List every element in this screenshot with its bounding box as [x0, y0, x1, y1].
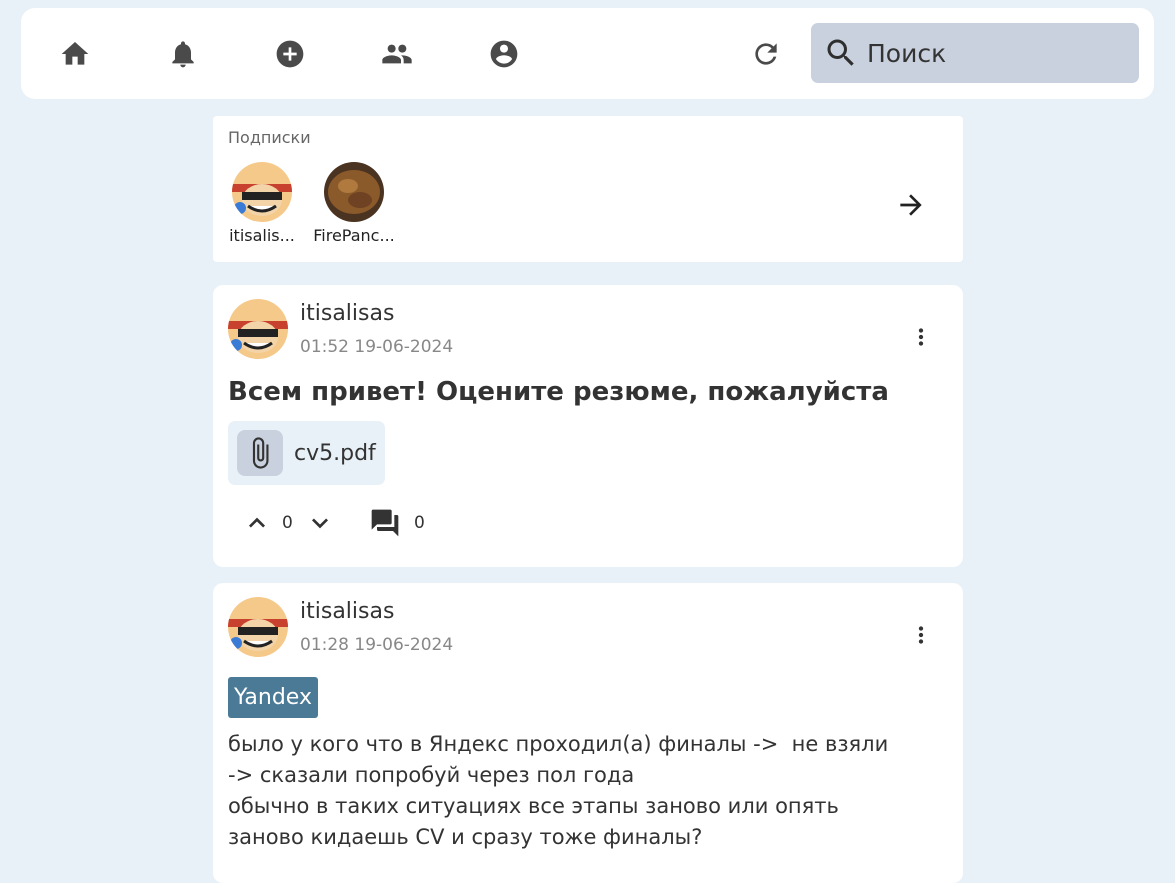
create-post-button[interactable]	[274, 38, 306, 70]
chevron-down-icon	[312, 518, 328, 529]
post-menu-button[interactable]	[908, 619, 934, 651]
search-icon	[827, 39, 854, 66]
refresh-button[interactable]	[750, 38, 782, 70]
avatar	[232, 162, 292, 222]
subscriptions-title: Подписки	[228, 128, 311, 147]
subscription-item[interactable]: FirePanc...	[309, 162, 399, 245]
comments-button[interactable]	[369, 507, 401, 539]
paperclip-icon	[252, 437, 269, 469]
upvote-button[interactable]	[241, 507, 273, 539]
attachment-filename: cv5.pdf	[294, 440, 376, 466]
post-actions: 0 0	[241, 507, 641, 539]
post-card: itisalisas 01:28 19-06-2024 Yandex было …	[213, 583, 963, 883]
account-circle-icon	[490, 40, 518, 68]
post-header: itisalisas 01:28 19-06-2024	[228, 597, 948, 659]
post-date: 01:52 19-06-2024	[300, 337, 454, 357]
subscription-item[interactable]: itisalis...	[217, 162, 307, 245]
post-title: Всем привет! Оцените резюме, пожалуйста	[228, 377, 889, 407]
attachment-icon-box	[237, 430, 283, 476]
arrow-forward-icon	[900, 194, 922, 216]
post-text: было у кого что в Яндекс проходил(а) фин…	[228, 732, 889, 849]
chevron-up-icon	[249, 517, 265, 528]
post-date: 01:28 19-06-2024	[300, 635, 454, 655]
refresh-icon	[755, 43, 777, 65]
home-button[interactable]	[59, 38, 91, 70]
avatar-cartoon-image	[232, 162, 292, 222]
author-avatar[interactable]	[228, 299, 288, 359]
avatar-cartoon-image	[228, 299, 288, 359]
forum-icon	[371, 509, 399, 537]
subscriptions-card: Подписки itisalis... FirePanc...	[213, 116, 963, 262]
post-tag[interactable]: Yandex	[228, 677, 318, 718]
profile-button[interactable]	[488, 38, 520, 70]
home-icon	[61, 42, 89, 65]
bell-icon	[172, 41, 194, 68]
attachment-file[interactable]: cv5.pdf	[228, 421, 385, 485]
subscriptions-next-button[interactable]	[895, 189, 927, 221]
people-button[interactable]	[381, 38, 413, 70]
notifications-button[interactable]	[167, 38, 199, 70]
post-menu-button[interactable]	[908, 321, 934, 353]
avatar	[324, 162, 384, 222]
downvote-button[interactable]	[304, 507, 336, 539]
search-box[interactable]	[811, 23, 1139, 83]
post-card: itisalisas 01:52 19-06-2024 Всем привет!…	[213, 285, 963, 567]
author-avatar[interactable]	[228, 597, 288, 657]
top-navbar	[21, 8, 1154, 99]
post-author[interactable]: itisalisas	[300, 599, 394, 624]
avatar-cartoon-image	[228, 597, 288, 657]
vote-count: 0	[282, 513, 293, 533]
subscription-name: FirePanc...	[313, 226, 395, 245]
group-icon	[382, 44, 412, 64]
add-circle-icon	[276, 40, 304, 68]
comment-count: 0	[414, 513, 425, 533]
subscription-name: itisalis...	[229, 226, 295, 245]
more-vert-icon	[918, 626, 924, 644]
search-input[interactable]	[867, 38, 1117, 68]
post-header: itisalisas 01:52 19-06-2024	[228, 299, 948, 361]
more-vert-icon	[918, 328, 924, 346]
post-author[interactable]: itisalisas	[300, 301, 394, 326]
avatar-photo-image	[324, 162, 384, 222]
